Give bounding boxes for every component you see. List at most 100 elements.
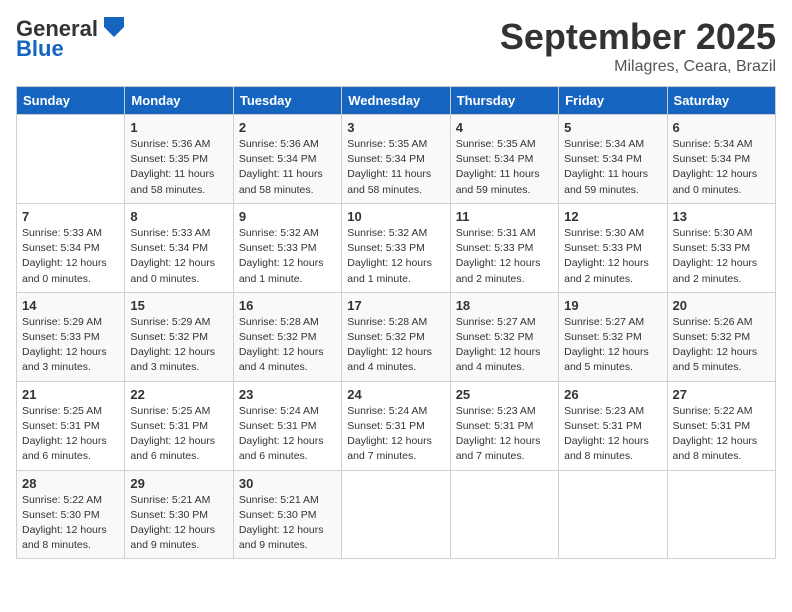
calendar-cell: 24 Sunrise: 5:24 AM Sunset: 5:31 PM Dayli… — [342, 381, 450, 470]
day-number: 5 — [564, 120, 661, 135]
cell-info: Sunrise: 5:29 AM Sunset: 5:33 PM Dayligh… — [22, 315, 119, 376]
calendar-cell — [17, 115, 125, 204]
cell-info: Sunrise: 5:32 AM Sunset: 5:33 PM Dayligh… — [239, 226, 336, 287]
day-number: 13 — [673, 209, 770, 224]
calendar-cell: 19 Sunrise: 5:27 AM Sunset: 5:32 PM Dayli… — [559, 292, 667, 381]
calendar-cell: 17 Sunrise: 5:28 AM Sunset: 5:32 PM Dayli… — [342, 292, 450, 381]
cell-info: Sunrise: 5:29 AM Sunset: 5:32 PM Dayligh… — [130, 315, 227, 376]
cell-info: Sunrise: 5:27 AM Sunset: 5:32 PM Dayligh… — [564, 315, 661, 376]
calendar-cell — [342, 470, 450, 559]
day-number: 9 — [239, 209, 336, 224]
calendar-cell: 9 Sunrise: 5:32 AM Sunset: 5:33 PM Daylig… — [233, 203, 341, 292]
calendar-header: SundayMondayTuesdayWednesdayThursdayFrid… — [17, 87, 776, 115]
day-number: 29 — [130, 476, 227, 491]
day-header-sunday: Sunday — [17, 87, 125, 115]
day-number: 8 — [130, 209, 227, 224]
calendar-cell: 3 Sunrise: 5:35 AM Sunset: 5:34 PM Daylig… — [342, 115, 450, 204]
cell-info: Sunrise: 5:23 AM Sunset: 5:31 PM Dayligh… — [456, 404, 553, 465]
day-number: 7 — [22, 209, 119, 224]
day-number: 3 — [347, 120, 444, 135]
day-number: 4 — [456, 120, 553, 135]
day-number: 14 — [22, 298, 119, 313]
day-number: 6 — [673, 120, 770, 135]
calendar-cell: 25 Sunrise: 5:23 AM Sunset: 5:31 PM Dayli… — [450, 381, 558, 470]
cell-info: Sunrise: 5:24 AM Sunset: 5:31 PM Dayligh… — [239, 404, 336, 465]
cell-info: Sunrise: 5:28 AM Sunset: 5:32 PM Dayligh… — [347, 315, 444, 376]
calendar-body: 1 Sunrise: 5:36 AM Sunset: 5:35 PM Daylig… — [17, 115, 776, 559]
calendar-cell — [559, 470, 667, 559]
calendar-cell: 12 Sunrise: 5:30 AM Sunset: 5:33 PM Dayli… — [559, 203, 667, 292]
cell-info: Sunrise: 5:36 AM Sunset: 5:35 PM Dayligh… — [130, 137, 227, 198]
cell-info: Sunrise: 5:25 AM Sunset: 5:31 PM Dayligh… — [130, 404, 227, 465]
cell-info: Sunrise: 5:28 AM Sunset: 5:32 PM Dayligh… — [239, 315, 336, 376]
day-number: 12 — [564, 209, 661, 224]
cell-info: Sunrise: 5:25 AM Sunset: 5:31 PM Dayligh… — [22, 404, 119, 465]
day-number: 19 — [564, 298, 661, 313]
calendar-cell: 8 Sunrise: 5:33 AM Sunset: 5:34 PM Daylig… — [125, 203, 233, 292]
calendar-cell: 1 Sunrise: 5:36 AM Sunset: 5:35 PM Daylig… — [125, 115, 233, 204]
calendar-cell: 4Sunrise: 5:35 AM Sunset: 5:34 PM Daylig… — [450, 115, 558, 204]
calendar-cell: 29Sunrise: 5:21 AM Sunset: 5:30 PM Dayli… — [125, 470, 233, 559]
cell-info: Sunrise: 5:33 AM Sunset: 5:34 PM Dayligh… — [130, 226, 227, 287]
logo-blue: Blue — [16, 36, 64, 62]
day-number: 26 — [564, 387, 661, 402]
day-number: 15 — [130, 298, 227, 313]
calendar-week-4: 21Sunrise: 5:25 AM Sunset: 5:31 PM Dayli… — [17, 381, 776, 470]
day-number: 24 — [347, 387, 444, 402]
cell-info: Sunrise: 5:31 AM Sunset: 5:33 PM Dayligh… — [456, 226, 553, 287]
calendar-cell: 18Sunrise: 5:27 AM Sunset: 5:32 PM Dayli… — [450, 292, 558, 381]
day-number: 1 — [130, 120, 227, 135]
calendar-cell: 5 Sunrise: 5:34 AM Sunset: 5:34 PM Daylig… — [559, 115, 667, 204]
calendar-table: SundayMondayTuesdayWednesdayThursdayFrid… — [16, 86, 776, 559]
calendar-cell: 23 Sunrise: 5:24 AM Sunset: 5:31 PM Dayli… — [233, 381, 341, 470]
cell-info: Sunrise: 5:33 AM Sunset: 5:34 PM Dayligh… — [22, 226, 119, 287]
cell-info: Sunrise: 5:22 AM Sunset: 5:31 PM Dayligh… — [673, 404, 770, 465]
logo: General Blue — [16, 16, 128, 62]
day-number: 28 — [22, 476, 119, 491]
month-year-title: September 2025 — [500, 16, 776, 58]
day-number: 23 — [239, 387, 336, 402]
day-header-friday: Friday — [559, 87, 667, 115]
calendar-cell: 7 Sunrise: 5:33 AM Sunset: 5:34 PM Daylig… — [17, 203, 125, 292]
cell-info: Sunrise: 5:34 AM Sunset: 5:34 PM Dayligh… — [564, 137, 661, 198]
calendar-cell: 13 Sunrise: 5:30 AM Sunset: 5:33 PM Dayli… — [667, 203, 775, 292]
cell-info: Sunrise: 5:22 AM Sunset: 5:30 PM Dayligh… — [22, 493, 119, 554]
day-header-thursday: Thursday — [450, 87, 558, 115]
calendar-cell: 6 Sunrise: 5:34 AM Sunset: 5:34 PM Daylig… — [667, 115, 775, 204]
cell-info: Sunrise: 5:27 AM Sunset: 5:32 PM Dayligh… — [456, 315, 553, 376]
calendar-cell: 14 Sunrise: 5:29 AM Sunset: 5:33 PM Dayli… — [17, 292, 125, 381]
calendar-cell: 20 Sunrise: 5:26 AM Sunset: 5:32 PM Dayli… — [667, 292, 775, 381]
day-number: 11 — [456, 209, 553, 224]
cell-info: Sunrise: 5:30 AM Sunset: 5:33 PM Dayligh… — [673, 226, 770, 287]
calendar-week-5: 28 Sunrise: 5:22 AM Sunset: 5:30 PM Dayli… — [17, 470, 776, 559]
day-number: 16 — [239, 298, 336, 313]
cell-info: Sunrise: 5:35 AM Sunset: 5:34 PM Dayligh… — [347, 137, 444, 198]
day-number: 22 — [130, 387, 227, 402]
calendar-week-2: 7 Sunrise: 5:33 AM Sunset: 5:34 PM Daylig… — [17, 203, 776, 292]
cell-info: Sunrise: 5:21 AM Sunset: 5:30 PM Dayligh… — [239, 493, 336, 554]
cell-info: Sunrise: 5:32 AM Sunset: 5:33 PM Dayligh… — [347, 226, 444, 287]
day-number: 2 — [239, 120, 336, 135]
calendar-week-3: 14 Sunrise: 5:29 AM Sunset: 5:33 PM Dayli… — [17, 292, 776, 381]
cell-info: Sunrise: 5:30 AM Sunset: 5:33 PM Dayligh… — [564, 226, 661, 287]
cell-info: Sunrise: 5:26 AM Sunset: 5:32 PM Dayligh… — [673, 315, 770, 376]
day-number: 10 — [347, 209, 444, 224]
calendar-cell: 16 Sunrise: 5:28 AM Sunset: 5:32 PM Dayli… — [233, 292, 341, 381]
cell-info: Sunrise: 5:34 AM Sunset: 5:34 PM Dayligh… — [673, 137, 770, 198]
day-number: 25 — [456, 387, 553, 402]
day-number: 17 — [347, 298, 444, 313]
calendar-week-1: 1 Sunrise: 5:36 AM Sunset: 5:35 PM Daylig… — [17, 115, 776, 204]
calendar-cell — [450, 470, 558, 559]
cell-info: Sunrise: 5:24 AM Sunset: 5:31 PM Dayligh… — [347, 404, 444, 465]
day-headers-row: SundayMondayTuesdayWednesdayThursdayFrid… — [17, 87, 776, 115]
title-block: September 2025 Milagres, Ceara, Brazil — [500, 16, 776, 76]
day-header-tuesday: Tuesday — [233, 87, 341, 115]
logo-flag-icon — [100, 13, 128, 41]
day-number: 27 — [673, 387, 770, 402]
day-number: 30 — [239, 476, 336, 491]
calendar-cell: 2Sunrise: 5:36 AM Sunset: 5:34 PM Daylig… — [233, 115, 341, 204]
calendar-cell: 21Sunrise: 5:25 AM Sunset: 5:31 PM Dayli… — [17, 381, 125, 470]
cell-info: Sunrise: 5:23 AM Sunset: 5:31 PM Dayligh… — [564, 404, 661, 465]
calendar-cell: 10 Sunrise: 5:32 AM Sunset: 5:33 PM Dayli… — [342, 203, 450, 292]
day-number: 20 — [673, 298, 770, 313]
